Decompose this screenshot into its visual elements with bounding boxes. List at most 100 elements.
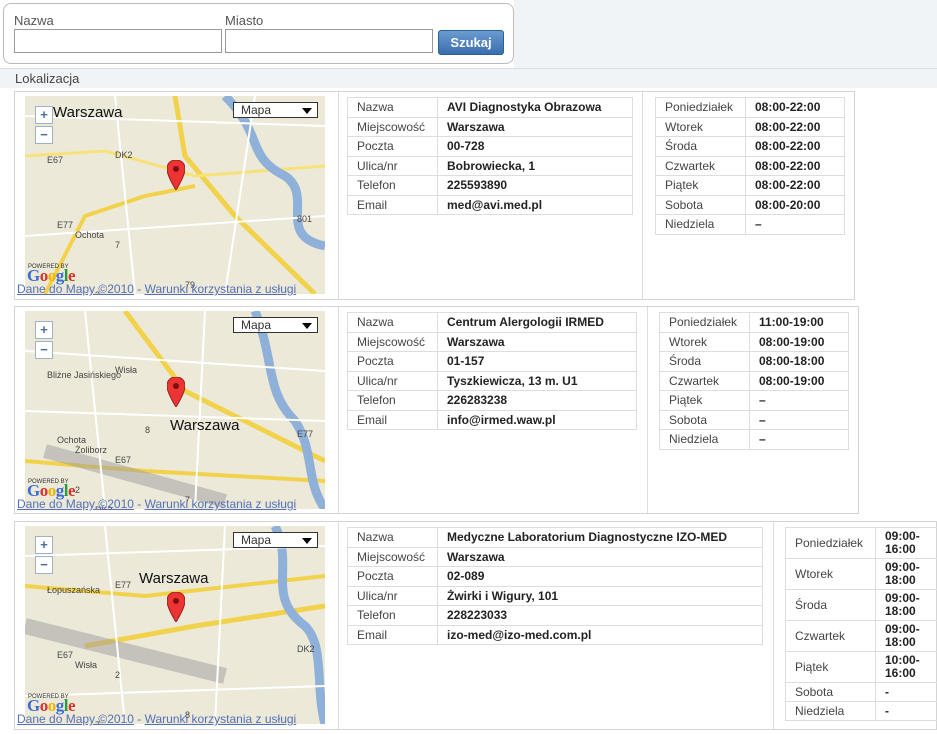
search-button[interactable]: Szukaj: [438, 30, 504, 55]
hours-value: 08:00-19:00: [749, 370, 849, 391]
info-key: Miejscowość: [347, 331, 438, 352]
hours-value: –: [745, 214, 845, 235]
hours-row: Niedziela –: [655, 214, 845, 235]
hours-day: Środa: [659, 351, 750, 372]
hours-day: Sobota: [659, 409, 750, 430]
name-input[interactable]: [14, 29, 222, 53]
map-data-link[interactable]: Dane do Mapy ©2010: [17, 282, 134, 296]
map-data-link[interactable]: Dane do Mapy ©2010: [17, 497, 134, 511]
info-value: Warszawa: [437, 546, 763, 567]
hours-row: Sobota –: [659, 409, 849, 430]
attribution-separator: -: [133, 282, 145, 296]
map-label: Wisła: [115, 365, 137, 375]
info-value: Centrum Alergologii IRMED: [437, 312, 637, 333]
map-pin-icon[interactable]: [167, 160, 185, 190]
zoom-in-button[interactable]: +: [35, 321, 53, 339]
info-key: Email: [347, 624, 438, 645]
info-value: 228223033: [437, 605, 763, 626]
info-row: Email izo-med@izo-med.com.pl: [347, 624, 763, 645]
hours-row: Niedziela -: [785, 701, 937, 721]
location-map[interactable]: Warszawa + − Mapa POWERED BY Google Wisł…: [25, 526, 325, 724]
location-map[interactable]: Warszawa + − Mapa POWERED BY Google Ocho…: [25, 96, 325, 294]
hours-row: Poniedziałek 09:00-16:00: [785, 527, 937, 559]
map-label: 801: [297, 214, 313, 224]
map-attribution: Dane do Mapy ©2010 - Warunki korzystania…: [17, 712, 296, 726]
info-key: Poczta: [347, 566, 438, 587]
info-value: Warszawa: [437, 116, 633, 137]
hours-value: –: [749, 429, 849, 450]
map-type-select[interactable]: Mapa: [233, 102, 318, 118]
hours-day: Niedziela: [659, 429, 750, 450]
zoom-out-button[interactable]: −: [35, 341, 53, 359]
zoom-in-button[interactable]: +: [35, 106, 53, 124]
info-value: 226283238: [437, 390, 637, 411]
hours-row: Środa 09:00-18:00: [785, 589, 937, 621]
info-key: Telefon: [347, 605, 438, 626]
search-panel: Nazwa Miasto Szukaj: [3, 3, 514, 64]
hours-day: Piątek: [659, 390, 750, 411]
info-row: Email med@avi.med.pl: [347, 194, 633, 215]
location-map[interactable]: Warszawa + − Mapa POWERED BY Google Żoli…: [25, 311, 325, 509]
column-divider: [338, 92, 339, 299]
info-key: Telefon: [347, 175, 438, 196]
hours-row: Niedziela –: [659, 429, 849, 450]
info-key: Nazwa: [347, 97, 438, 118]
hours-day: Sobota: [785, 682, 876, 702]
map-type-select[interactable]: Mapa: [233, 317, 318, 333]
hours-day: Poniedziałek: [659, 312, 750, 333]
hours-row: Wtorek 09:00-18:00: [785, 558, 937, 590]
info-key: Nazwa: [347, 312, 438, 333]
info-key: Poczta: [347, 351, 438, 372]
city-input[interactable]: [225, 29, 433, 53]
map-type-label: Mapa: [241, 103, 272, 117]
map-label: Żoliborz: [75, 445, 108, 455]
info-row: Nazwa AVI Diagnostyka Obrazowa: [347, 97, 633, 118]
zoom-in-button[interactable]: +: [35, 536, 53, 554]
map-data-link[interactable]: Dane do Mapy ©2010: [17, 712, 134, 726]
map-label: Wisła: [75, 660, 97, 670]
hours-table: Poniedziałek 09:00-16:00 Wtorek 09:00-18…: [785, 527, 937, 721]
hours-table: Poniedziałek 11:00-19:00 Wtorek 08:00-19…: [659, 312, 849, 450]
info-key: Miejscowość: [347, 116, 438, 137]
info-value: izo-med@izo-med.com.pl: [437, 624, 763, 645]
info-value: Warszawa: [437, 331, 637, 352]
hours-value: 08:00-18:00: [749, 351, 849, 372]
map-label: Ochota: [57, 435, 87, 445]
info-value: med@avi.med.pl: [437, 194, 633, 215]
map-roads: [25, 311, 325, 509]
terms-link[interactable]: Warunki korzystania z usługi: [145, 497, 297, 511]
info-row: Poczta 01-157: [347, 351, 637, 372]
terms-link[interactable]: Warunki korzystania z usługi: [145, 712, 297, 726]
info-row: Nazwa Centrum Alergologii IRMED: [347, 312, 637, 333]
hours-value: -: [875, 682, 937, 702]
map-pin-icon[interactable]: [167, 592, 185, 622]
map-label: 7: [115, 240, 121, 250]
map-type-select[interactable]: Mapa: [233, 532, 318, 548]
hours-day: Czwartek: [655, 155, 746, 176]
hours-day: Piątek: [785, 651, 876, 683]
hours-day: Środa: [785, 589, 876, 621]
info-row: Miejscowość Warszawa: [347, 546, 763, 567]
zoom-out-button[interactable]: −: [35, 556, 53, 574]
info-value: Medyczne Laboratorium Diagnostyczne IZO-…: [437, 527, 763, 548]
map-pin-icon[interactable]: [167, 377, 185, 407]
zoom-out-button[interactable]: −: [35, 126, 53, 144]
info-key: Ulica/nr: [347, 370, 438, 391]
hours-table: Poniedziałek 08:00-22:00 Wtorek 08:00-22…: [655, 97, 845, 235]
hours-value: 09:00-16:00: [875, 527, 937, 559]
hours-day: Wtorek: [655, 116, 746, 137]
hours-day: Niedziela: [655, 214, 746, 235]
info-key: Miejscowość: [347, 546, 438, 567]
map-city-label: Warszawa: [139, 570, 209, 587]
terms-link[interactable]: Warunki korzystania z usługi: [145, 282, 297, 296]
header-background: [514, 0, 937, 68]
info-value: 02-089: [437, 566, 763, 587]
hours-value: -: [875, 701, 937, 721]
map-label: Ochota: [75, 230, 105, 240]
column-divider: [642, 92, 643, 299]
dropdown-arrow-icon: [302, 323, 312, 329]
map-label: 2: [115, 670, 121, 680]
hours-row: Czwartek 08:00-22:00: [655, 155, 845, 176]
hours-value: 08:00-22:00: [745, 155, 845, 176]
info-value: 01-157: [437, 351, 637, 372]
